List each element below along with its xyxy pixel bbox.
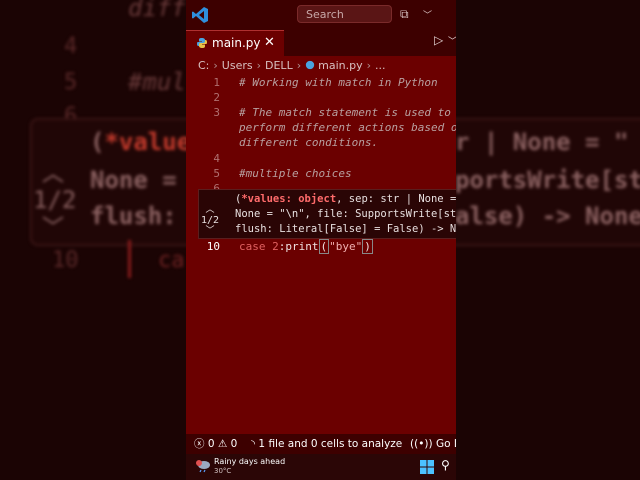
line-number: 2 <box>213 91 220 104</box>
title-bar: Search ⧉ ﹀ <box>186 0 456 30</box>
chevron-right-icon: › <box>296 59 302 72</box>
error-icon: ⓧ <box>194 438 205 450</box>
close-icon[interactable]: ✕ <box>264 35 275 50</box>
signature-line: (*values: object, sep: str | None = " <box>235 193 456 205</box>
chevron-down-icon[interactable]: ﹀ <box>423 8 432 24</box>
broadcast-icon: ((•)) <box>410 438 433 450</box>
signature-help-popup: ︿ 1/2 ﹀ (*values: object, sep: str | Non… <box>198 189 456 239</box>
breadcrumb-item[interactable]: ... <box>375 59 386 72</box>
bg-line-number: 5 <box>64 70 78 95</box>
error-count: 0 <box>207 438 215 450</box>
code-editor[interactable]: 1 # Working with match in Python 2 3 # T… <box>186 74 456 434</box>
search-icon[interactable]: ⚲ <box>441 458 450 472</box>
vscode-window: Search ⧉ ﹀ main.py ✕ ▷ ﹀ C:›Users›DELL›m… <box>186 0 456 480</box>
chevron-down-icon[interactable]: ﹀ <box>201 227 219 236</box>
taskbar: Rainy days ahead 30°C ⚲ <box>186 454 456 480</box>
analysis-text: 1 file and 0 cells to analyze <box>258 438 403 450</box>
line-number: 3 <box>213 106 220 119</box>
code-line[interactable]: perform different actions based on <box>239 121 456 134</box>
weather-title[interactable]: Rainy days ahead <box>214 457 285 466</box>
chevron-up-icon[interactable]: ︿ <box>201 206 219 215</box>
chevron-right-icon: › <box>366 59 371 72</box>
code-line[interactable]: # Working with match in Python <box>239 76 438 89</box>
warning-count: 0 <box>230 438 238 450</box>
line-number: 1 <box>213 76 220 89</box>
warning-icon: ⚠ <box>217 438 228 450</box>
go-live-label: Go Live <box>435 438 456 450</box>
tab-label: main.py <box>212 36 261 50</box>
bg-hover-line-tail: alse) -> None <box>455 202 640 230</box>
analysis-status[interactable]: ◝ 1 file and 0 cells to analyze <box>251 434 402 454</box>
signature-nav: ︿ 1/2 ﹀ <box>201 206 219 236</box>
bg-indent-guide <box>128 240 131 278</box>
breadcrumb: C: › Users › DELL › main.py ›... <box>198 58 386 74</box>
chevron-right-icon: › <box>213 59 218 72</box>
search-input[interactable]: Search <box>297 5 392 23</box>
bg-hover-line-tail: r | None = " <box>455 128 629 156</box>
breadcrumb-item[interactable]: main.py <box>318 59 362 72</box>
code-line[interactable]: # The match statement is used to <box>239 106 451 119</box>
signature-line: flush: Literal[False] = False) -> None <box>235 223 456 235</box>
line-number: 5 <box>213 167 220 180</box>
code-line[interactable]: #multiple choices <box>239 167 352 180</box>
status-bar: ⓧ 0 ⚠ 0 ◝ 1 file and 0 cells to analyze … <box>186 434 456 454</box>
code-line-current[interactable]: case 2:print("bye") <box>239 239 373 254</box>
bg-case-text: ca <box>158 248 185 273</box>
breadcrumb-item[interactable]: DELL <box>265 59 293 72</box>
code-line[interactable]: different conditions. <box>239 136 378 149</box>
bg-top-text: diff <box>128 0 186 22</box>
bg-chevron-down-icon: ﹀ <box>42 216 65 241</box>
line-number-current: 10 <box>206 240 220 253</box>
weather-temp: 30°C <box>214 467 232 475</box>
bg-line-number: 4 <box>64 34 78 59</box>
windows-start-icon[interactable] <box>420 460 434 474</box>
python-file-icon <box>305 60 315 70</box>
bg-hover-line: flush: <box>90 202 177 230</box>
line-number: 4 <box>213 152 220 165</box>
bg-hover-line-tail: portsWrite[str] <box>455 166 640 194</box>
bg-chevron-up-icon: ︿ <box>42 162 65 187</box>
copilot-chat-icon[interactable]: ⧉ <box>400 6 409 22</box>
go-live-button[interactable]: ((•)) Go Live <box>410 434 456 454</box>
bg-comment: #mul <box>128 68 186 96</box>
chevron-right-icon: › <box>256 59 262 72</box>
bg-line-number: 10 <box>52 248 79 273</box>
bg-hover-line: None = <box>90 166 177 194</box>
python-file-icon <box>197 38 207 48</box>
chevron-down-icon[interactable]: ﹀ <box>448 34 456 47</box>
bg-hover-line: (*value <box>90 128 192 156</box>
run-icon[interactable]: ▷ <box>434 33 443 47</box>
breadcrumb-item[interactable]: Users <box>222 59 253 72</box>
loading-icon: ◝ <box>251 438 256 450</box>
tab-bar: main.py ✕ <box>186 30 456 56</box>
tab-main-py[interactable]: main.py ✕ <box>186 30 284 56</box>
problems-status[interactable]: ⓧ 0 ⚠ 0 <box>194 434 237 454</box>
breadcrumb-item[interactable]: C: <box>198 59 209 72</box>
vscode-logo-icon[interactable] <box>191 6 209 24</box>
signature-line: None = "\n", file: SupportsWrite[str] <box>235 208 456 220</box>
weather-rain-icon[interactable] <box>195 459 211 473</box>
